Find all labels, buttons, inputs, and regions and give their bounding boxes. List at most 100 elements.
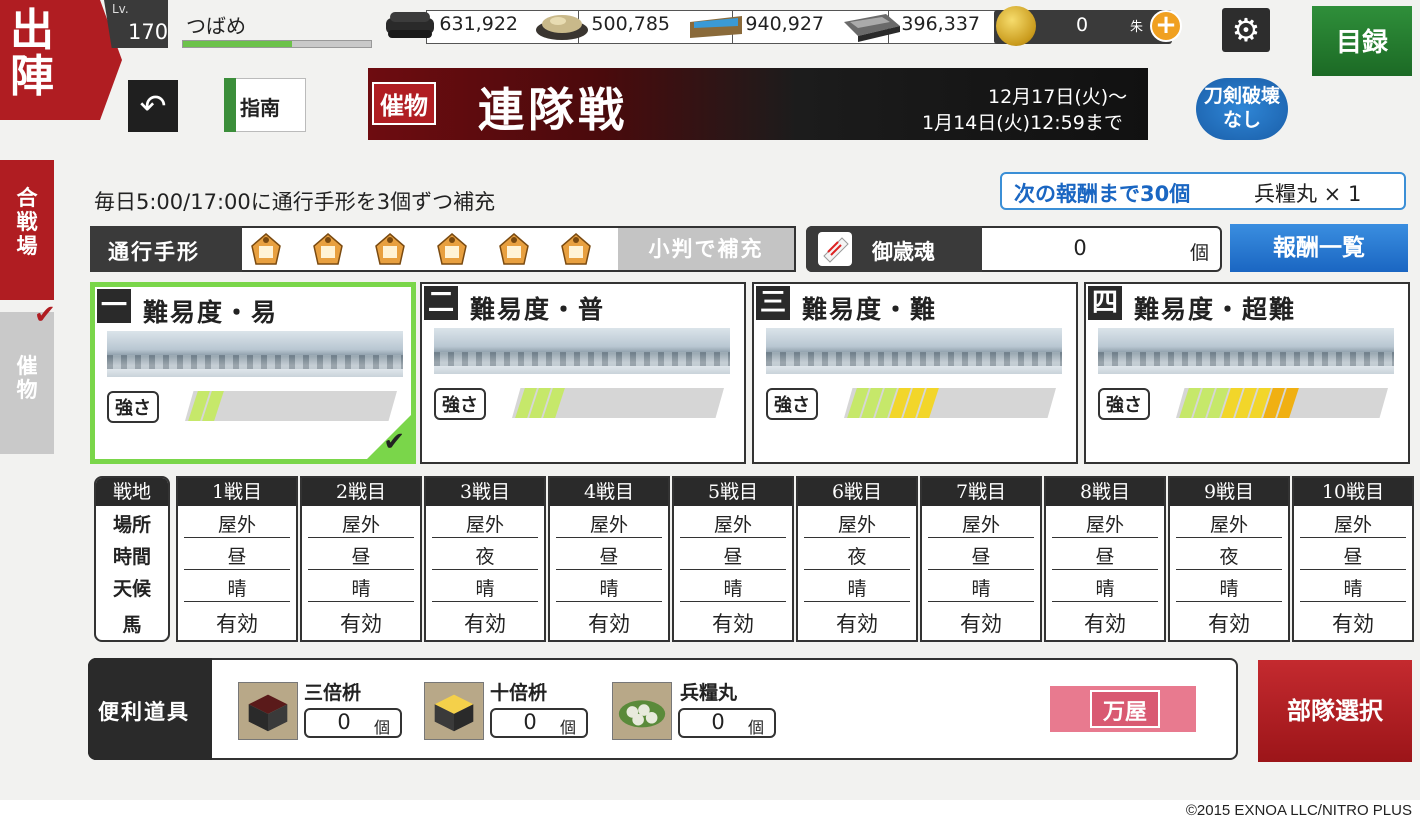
- difficulty-number: 一: [97, 289, 131, 323]
- battle-column: 3戦目 屋外夜晴有効: [424, 476, 546, 642]
- toshidama-label: 御歳魂: [872, 239, 935, 264]
- battle-column: 10戦目 屋外昼晴有効: [1292, 476, 1414, 642]
- battle-column: 6戦目 屋外夜晴有効: [796, 476, 918, 642]
- tab-event-check-icon: ✔: [34, 300, 56, 330]
- settings-button[interactable]: ⚙: [1222, 8, 1270, 52]
- item-unit-tenfold-masu: 個: [560, 718, 577, 737]
- pass-ticket-icon: [561, 233, 591, 265]
- item-value-triple-masu: 0: [337, 710, 351, 734]
- difficulty-landscape-image: [766, 328, 1062, 374]
- event-tag: 催物: [372, 82, 436, 125]
- guide-button-label[interactable]: 指南: [240, 92, 280, 121]
- item-value-hyourougan: 0: [711, 710, 725, 734]
- pass-ticket-icon: [251, 233, 281, 265]
- battle-column: 9戦目 屋外夜晴有効: [1168, 476, 1290, 642]
- battle-time-cell: 昼: [184, 542, 290, 570]
- event-date-start: 12月17日(火)～: [988, 86, 1128, 108]
- battle-weather-cell: 晴: [1052, 574, 1158, 602]
- battle-time-cell: 昼: [308, 542, 414, 570]
- pass-ticket-icon: [437, 233, 467, 265]
- battle-horse-cell: 有効: [712, 612, 754, 636]
- sortie-char-1: 出: [10, 5, 54, 56]
- battle-place-cell: 屋外: [1300, 510, 1406, 538]
- back-button[interactable]: ↶: [128, 80, 178, 132]
- battle-head-cell: 2戦目: [302, 478, 420, 506]
- battle-place-cell: 屋外: [928, 510, 1034, 538]
- triple-masu-icon: [238, 682, 298, 740]
- battle-weather-cell: 晴: [556, 574, 662, 602]
- difficulty-title: 難易度・超難: [1134, 295, 1297, 324]
- item-unit-hyourougan: 個: [748, 718, 765, 737]
- strength-meter: [844, 388, 1056, 418]
- resource-charcoal-value: 631,922: [439, 13, 518, 35]
- pass-ticket-icon: [375, 233, 405, 265]
- koban-coin-icon: [996, 6, 1036, 46]
- battle-column: 7戦目 屋外昼晴有効: [920, 476, 1042, 642]
- tab-battle-field-label: 合戦場: [16, 185, 38, 258]
- battle-head-cell: 8戦目: [1046, 478, 1164, 506]
- difficulty-card-hard[interactable]: 三 難易度・難 強さ: [752, 282, 1078, 464]
- next-reward-item: 兵糧丸 × 1: [1254, 182, 1362, 206]
- guide-button-strip: [224, 78, 236, 132]
- difficulty-landscape-image: [107, 331, 403, 377]
- selected-check-icon: ✔: [383, 427, 405, 457]
- battle-head-cell: 9戦目: [1170, 478, 1288, 506]
- battle-head-cell: 7戦目: [922, 478, 1040, 506]
- battle-table-head: 戦地: [96, 478, 168, 506]
- battle-column: 1戦目 屋外昼晴有効: [176, 476, 298, 642]
- battle-weather-cell: 晴: [1300, 574, 1406, 602]
- tab-event[interactable]: 催物: [0, 312, 54, 454]
- player-name: つばめ: [186, 14, 246, 38]
- difficulty-card-normal[interactable]: 二 難易度・普 強さ: [420, 282, 746, 464]
- battle-place-cell: 屋外: [308, 510, 414, 538]
- difficulty-title: 難易度・難: [802, 295, 938, 324]
- tenfold-masu-icon: [424, 682, 484, 740]
- shop-button-label[interactable]: 万屋: [1094, 694, 1156, 726]
- battle-place-cell: 屋外: [1052, 510, 1158, 538]
- koban-unit: 朱: [1130, 20, 1144, 35]
- battle-place-cell: 屋外: [804, 510, 910, 538]
- item-name-triple-masu: 三倍枡: [304, 682, 362, 704]
- battle-place-cell: 屋外: [1176, 510, 1282, 538]
- resource-whetstone-value: 396,337: [901, 13, 980, 35]
- no-break-line-2: なし: [1222, 109, 1261, 131]
- difficulty-number: 三: [756, 286, 790, 320]
- toshidama-value: 0: [1073, 236, 1087, 260]
- battle-time-cell: 夜: [1176, 542, 1282, 570]
- refill-with-koban-button[interactable]: 小判で補充: [618, 228, 794, 270]
- difficulty-card-easy[interactable]: 一 難易度・易 強さ ✔: [90, 282, 416, 464]
- strength-meter: [1176, 388, 1388, 418]
- battle-horse-cell: 有効: [588, 612, 630, 636]
- battle-column: 4戦目 屋外昼晴有効: [548, 476, 670, 642]
- difficulty-title: 難易度・易: [143, 298, 279, 327]
- catalog-button[interactable]: 目録: [1312, 6, 1412, 76]
- battle-time-cell: 夜: [432, 542, 538, 570]
- battle-head-cell: 10戦目: [1294, 478, 1412, 506]
- battle-place-cell: 屋外: [556, 510, 662, 538]
- battle-weather-cell: 晴: [432, 574, 538, 602]
- select-party-button[interactable]: 部隊選択: [1258, 660, 1412, 762]
- battle-horse-cell: 有効: [836, 612, 878, 636]
- pass-ticket-icon: [313, 233, 343, 265]
- battle-horse-cell: 有効: [960, 612, 1002, 636]
- battle-weather-cell: 晴: [1176, 574, 1282, 602]
- battle-head-cell: 1戦目: [178, 478, 296, 506]
- battle-horse-cell: 有効: [1332, 612, 1374, 636]
- battle-column: 8戦目 屋外昼晴有効: [1044, 476, 1166, 642]
- add-koban-button[interactable]: +: [1150, 10, 1182, 42]
- tab-battle-field[interactable]: 合戦場: [0, 160, 54, 300]
- difficulty-number: 二: [424, 286, 458, 320]
- battle-place-cell: 屋外: [184, 510, 290, 538]
- battle-head-cell: 3戦目: [426, 478, 544, 506]
- hyourougan-icon: [612, 682, 672, 740]
- item-name-tenfold-masu: 十倍枡: [490, 682, 548, 704]
- toshidama-icon: [818, 232, 852, 266]
- battle-head-cell: 4戦目: [550, 478, 668, 506]
- reward-list-button[interactable]: 報酬一覧: [1230, 224, 1408, 272]
- toshidama-unit: 個: [1190, 242, 1210, 264]
- sortie-header: 出 陣: [0, 0, 122, 120]
- battle-place-cell: 屋外: [432, 510, 538, 538]
- battle-horse-cell: 有効: [1084, 612, 1126, 636]
- difficulty-card-very-hard[interactable]: 四 難易度・超難 強さ: [1084, 282, 1410, 464]
- no-break-line-1: 刀剣破壊: [1203, 85, 1280, 107]
